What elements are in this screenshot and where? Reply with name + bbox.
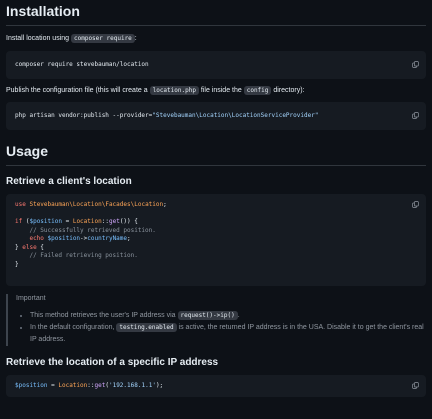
code-line: } else { — [15, 243, 44, 251]
install-command: composer require stevebauman/location — [15, 61, 149, 68]
install-intro: Install location using composer require: — [6, 34, 137, 43]
code-line: } — [15, 260, 19, 268]
inline-code-config: config — [243, 86, 272, 95]
note-list: This method retrieves the user's IP addr… — [16, 310, 426, 346]
specific-code-block: $position = Location::get('192.168.1.1')… — [6, 375, 426, 397]
code-line: if ($position = Location::get()) { — [15, 218, 138, 225]
inline-code-request-ip: request()->ip() — [177, 311, 238, 320]
note-item: This method retrieves the user's IP addr… — [30, 310, 426, 322]
copy-icon[interactable] — [412, 112, 419, 119]
retrieve-client-heading: Retrieve a client's location — [6, 176, 132, 187]
publish-intro: Publish the configuration file (this wil… — [6, 86, 305, 95]
usage-heading: Usage — [6, 140, 426, 166]
note-title: Important — [16, 295, 46, 302]
important-note: Important This method retrieves the user… — [6, 294, 426, 346]
retrieve-specific-heading: Retrieve the location of a specific IP a… — [6, 357, 219, 368]
note-item: In the default configuration, testing.en… — [30, 322, 426, 346]
install-command-block: composer require stevebauman/location — [6, 51, 426, 79]
copy-icon[interactable] — [412, 61, 419, 68]
code-line: // Failed retrieving position. — [29, 252, 138, 259]
copy-icon[interactable] — [412, 382, 419, 389]
inline-code-testing-enabled: testing.enabled — [116, 323, 177, 332]
retrieve-code-block: use Stevebauman\Location\Facades\Locatio… — [6, 194, 426, 286]
installation-heading: Installation — [6, 0, 426, 26]
copy-icon[interactable] — [412, 201, 419, 208]
code-line: echo $position->countryName; — [29, 235, 131, 242]
inline-code-location-php: location.php — [149, 86, 199, 95]
code-line: use Stevebauman\Location\Facades\Locatio… — [15, 201, 167, 208]
code-line: // Successfully retrieved position. — [29, 226, 156, 234]
publish-command: php artisan vendor:publish --provider="S… — [15, 112, 319, 119]
publish-command-block: php artisan vendor:publish --provider="S… — [6, 102, 426, 130]
code-line: $position = Location::get('192.168.1.1')… — [15, 382, 164, 389]
inline-code-composer: composer require — [71, 34, 135, 43]
readme-content: Installation Install location using comp… — [0, 0, 432, 397]
